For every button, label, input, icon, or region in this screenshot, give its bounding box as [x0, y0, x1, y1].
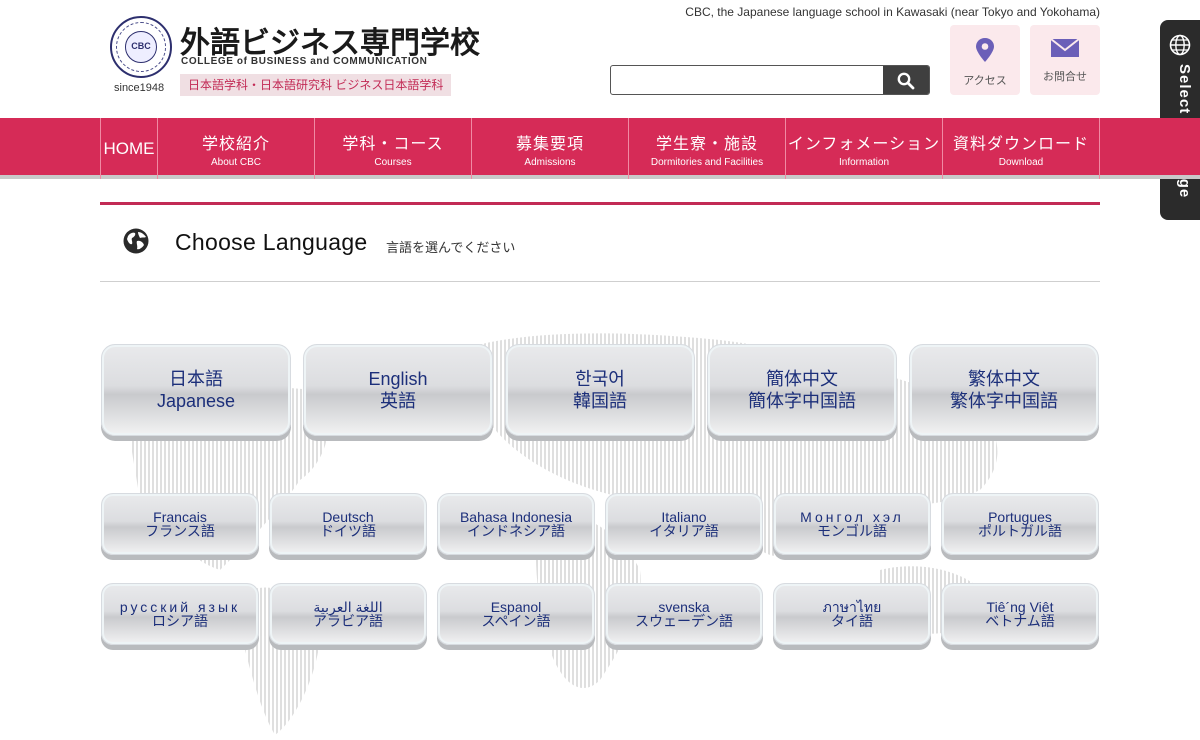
- lang-sublabel: インドネシア語: [467, 523, 565, 539]
- nav-label: インフォメーション: [787, 135, 941, 153]
- lang-sublabel: 繁体字中国語: [950, 391, 1058, 411]
- lang-sublabel: タイ語: [831, 613, 873, 629]
- lang-label: Italiano: [661, 509, 707, 525]
- nav-label: 学校紹介: [201, 135, 270, 153]
- lang-sublabel: スウェーデン語: [635, 613, 733, 629]
- lang-sublabel: イタリア語: [649, 523, 719, 539]
- school-seal-logo[interactable]: CBC: [110, 16, 172, 78]
- nav-sublabel: Dormitories and Facilities: [650, 156, 764, 168]
- lang-label: اللغة العربية: [313, 599, 383, 615]
- lang-label: svenska: [658, 599, 710, 615]
- lang-sublabel: 簡体字中国語: [748, 391, 856, 411]
- nav-home[interactable]: HOME: [101, 118, 158, 179]
- lang-sublabel: アラビア語: [313, 613, 383, 629]
- lang-button-arabic[interactable]: اللغة العربية アラビア語: [269, 583, 427, 645]
- nav-home-label: HOME: [103, 138, 155, 158]
- lang-button-thai[interactable]: ภาษาไทย タイ語: [773, 583, 931, 645]
- site-tagline: CBC, the Japanese language school in Kaw…: [685, 5, 1100, 19]
- contact-label: お問合せ: [1043, 71, 1087, 83]
- lang-button-portuguese[interactable]: Portugues ポルトガル語: [941, 493, 1099, 555]
- main-nav: HOME 学校紹介 About CBC 学科・コース Courses 募集要項 …: [0, 118, 1200, 179]
- lang-button-french[interactable]: Francais フランス語: [101, 493, 259, 555]
- site-header: CBC, the Japanese language school in Kaw…: [0, 0, 1200, 118]
- department-list: 日本語学科・日本語研究科 ビジネス日本語学科: [180, 74, 452, 96]
- nav-information[interactable]: インフォメーション Information: [786, 118, 943, 179]
- lang-label: 日本語: [169, 369, 223, 389]
- page-title-row: Choose Language 言語を選んでください: [100, 205, 1100, 282]
- search-box: [610, 65, 930, 95]
- search-button[interactable]: [883, 66, 929, 94]
- globe-icon: [1169, 34, 1191, 56]
- lang-button-korean[interactable]: 한국어 韓国語: [505, 344, 695, 436]
- lang-sublabel: ポルトガル語: [978, 523, 1062, 539]
- access-label: アクセス: [963, 75, 1007, 87]
- lang-sublabel: 英語: [380, 391, 416, 411]
- lang-button-indonesian[interactable]: Bahasa Indonesia インドネシア語: [437, 493, 595, 555]
- lang-button-spanish[interactable]: Espanol スペイン語: [437, 583, 595, 645]
- lang-button-swedish[interactable]: svenska スウェーデン語: [605, 583, 763, 645]
- mail-icon: [1050, 38, 1080, 57]
- lang-label: Монгол хэл: [800, 509, 904, 525]
- contact-button[interactable]: お問合せ: [1030, 25, 1100, 95]
- map-pin-icon: [976, 38, 994, 62]
- nav-about[interactable]: 学校紹介 About CBC: [158, 118, 315, 179]
- lang-button-vietnamese[interactable]: Tiê´ng Viêt ベトナム語: [941, 583, 1099, 645]
- seal-text: CBC: [131, 41, 151, 51]
- lang-button-mongolian[interactable]: Монгол хэл モンゴル語: [773, 493, 931, 555]
- nav-download[interactable]: 資料ダウンロード Download: [943, 118, 1100, 179]
- lang-button-traditional-chinese[interactable]: 繁体中文 繁体字中国語: [909, 344, 1099, 436]
- since-year: since1948: [114, 82, 165, 94]
- lang-button-german[interactable]: Deutsch ドイツ語: [269, 493, 427, 555]
- lang-sublabel: 韓国語: [573, 391, 627, 411]
- lang-button-italian[interactable]: Italiano イタリア語: [605, 493, 763, 555]
- lang-label: Tiê´ng Viêt: [986, 599, 1054, 615]
- lang-button-simplified-chinese[interactable]: 簡体中文 簡体字中国語: [707, 344, 897, 436]
- nav-sublabel: Download: [998, 156, 1044, 168]
- lang-label: Portugues: [988, 509, 1052, 525]
- lang-sublabel: モンゴル語: [817, 523, 887, 539]
- nav-label: 資料ダウンロード: [952, 135, 1089, 153]
- lang-label: русский язык: [119, 599, 241, 615]
- lang-button-japanese[interactable]: 日本語 Japanese: [101, 344, 291, 436]
- search-input[interactable]: [611, 66, 883, 94]
- nav-admissions[interactable]: 募集要項 Admissions: [472, 118, 629, 179]
- nav-sublabel: About CBC: [210, 156, 262, 168]
- globe-icon: [123, 228, 149, 254]
- access-button[interactable]: アクセス: [950, 25, 1020, 95]
- lang-sublabel: ロシア語: [152, 613, 208, 629]
- lang-sublabel: Japanese: [156, 391, 236, 411]
- lang-label: ภาษาไทย: [822, 599, 882, 615]
- lang-button-russian[interactable]: русский язык ロシア語: [101, 583, 259, 645]
- lang-sublabel: フランス語: [145, 523, 215, 539]
- page-title: Choose Language: [175, 229, 368, 255]
- nav-sublabel: Admissions: [524, 156, 576, 168]
- lang-label: Deutsch: [322, 509, 374, 525]
- lang-label: 繁体中文: [968, 369, 1040, 389]
- lang-label: English: [368, 369, 428, 389]
- lang-label: Espanol: [490, 599, 542, 615]
- lang-label: 簡体中文: [766, 369, 838, 389]
- nav-label: 募集要項: [515, 135, 584, 153]
- lang-sublabel: スペイン語: [481, 613, 551, 629]
- lang-sublabel: ドイツ語: [320, 523, 376, 539]
- search-icon: [897, 72, 915, 90]
- lang-button-english[interactable]: English 英語: [303, 344, 493, 436]
- page-subtitle: 言語を選んでください: [386, 240, 516, 255]
- nav-dormitories[interactable]: 学生寮・施設 Dormitories and Facilities: [629, 118, 786, 179]
- lang-label: 한국어: [575, 369, 625, 389]
- nav-courses[interactable]: 学科・コース Courses: [315, 118, 472, 179]
- lang-label: Bahasa Indonesia: [459, 509, 573, 525]
- lang-sublabel: ベトナム語: [985, 613, 1055, 629]
- lang-label: Francais: [153, 509, 207, 525]
- nav-label: 学科・コース: [342, 135, 444, 153]
- nav-sublabel: Courses: [374, 156, 412, 168]
- nav-label: 学生寮・施設: [655, 135, 758, 153]
- nav-sublabel: Information: [838, 156, 890, 168]
- school-name-en: COLLEGE of BUSINESS and COMMUNICATION: [181, 56, 428, 67]
